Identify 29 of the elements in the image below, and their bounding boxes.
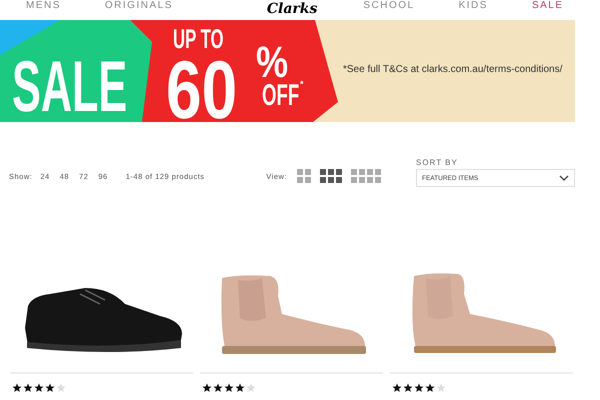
star-icon: [56, 383, 66, 393]
star-icon: [224, 383, 234, 393]
footnote-mark: *: [300, 80, 304, 89]
discount-amount: 60: [166, 50, 238, 132]
nav-link[interactable]: SCHOOL: [363, 0, 415, 11]
star-icon: [246, 383, 256, 393]
chevron-down-icon: [559, 175, 569, 181]
star-icon: [403, 383, 413, 393]
up-to-text: UP TO: [173, 26, 224, 53]
star-icon: [23, 383, 33, 393]
star-icon: [414, 383, 424, 393]
grid-view-icon[interactable]: [320, 169, 342, 183]
star-icon: [202, 383, 212, 393]
nav-link[interactable]: ORIGINALS: [104, 0, 173, 11]
nav-link[interactable]: KIDS: [458, 0, 488, 11]
star-icon: [12, 383, 22, 393]
star-icon: [213, 383, 223, 393]
sort-label: SORT BY: [416, 158, 459, 167]
nav-link[interactable]: SALE: [532, 0, 564, 11]
star-icon: [235, 383, 245, 393]
star-icon: [45, 383, 55, 393]
nav-link[interactable]: MENS: [26, 0, 61, 11]
star-icon: [392, 383, 402, 393]
star-icon: [34, 383, 44, 393]
star-icon: [425, 383, 435, 393]
star-icon: [436, 383, 446, 393]
sale-headline: SALE: [12, 51, 128, 123]
terms-text: *See full T&Cs at clarks.com.au/terms-conditions/: [343, 64, 562, 75]
brand-logo[interactable]: Clarks: [266, 0, 318, 18]
